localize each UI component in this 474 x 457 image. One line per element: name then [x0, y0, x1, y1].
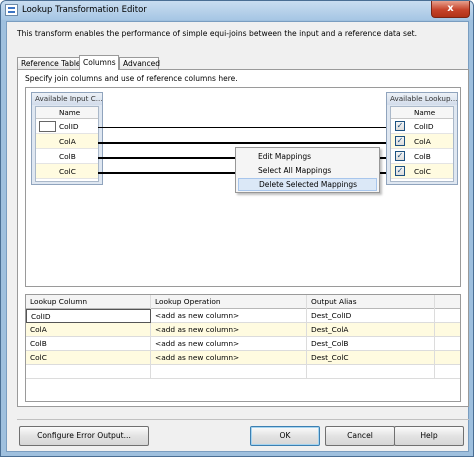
help-button[interactable]: Help	[394, 426, 464, 446]
input-column-name: ColB	[59, 152, 76, 161]
lookup-column-name: ColA	[414, 137, 431, 146]
input-column-row[interactable]: ColA	[36, 134, 98, 149]
lookup-column-checkbox[interactable]: ✓	[395, 136, 405, 146]
lookup-column-cell[interactable]: ColID	[26, 309, 151, 323]
table-row[interactable]: ColC <add as new column> Dest_ColC	[26, 351, 460, 365]
menu-item-edit-mappings[interactable]: Edit Mappings	[238, 150, 377, 163]
window-title: Lookup Transformation Editor	[22, 5, 147, 15]
input-columns-header: Name	[36, 107, 98, 119]
button-separator	[17, 419, 469, 420]
lookup-operation-cell[interactable]: <add as new column>	[151, 351, 307, 365]
lookup-editor-icon	[5, 4, 18, 16]
input-name-header: Name	[59, 108, 81, 117]
output-alias-cell[interactable]: Dest_ColA	[307, 323, 435, 337]
grid-header-lookup-operation[interactable]: Lookup Operation	[151, 295, 307, 309]
output-alias-cell[interactable]: Dest_ColC	[307, 351, 435, 365]
empty-cell[interactable]	[26, 365, 151, 379]
table-row[interactable]: ColB <add as new column> Dest_ColB	[26, 337, 460, 351]
menu-item-delete-selected-mappings[interactable]: Delete Selected Mappings	[238, 178, 377, 191]
lookup-columns-grid: Lookup Column Lookup Operation Output Al…	[25, 294, 461, 402]
input-column-name: ColID	[59, 122, 79, 131]
input-columns-list: Name ColID ColA ColB ColC	[35, 106, 99, 182]
output-alias-cell[interactable]: Dest_ColID	[307, 309, 435, 323]
lookup-columns-title: Available Lookup...	[387, 93, 457, 105]
lookup-column-row[interactable]: ✓ ColC	[391, 164, 453, 179]
lookup-column-name: ColB	[414, 152, 431, 161]
grid-header-lookup-column[interactable]: Lookup Column	[26, 295, 151, 309]
panel-instruction: Specify join columns and use of referenc…	[25, 74, 238, 83]
lookup-column-checkbox[interactable]: ✓	[395, 121, 405, 131]
lookup-column-name: ColC	[414, 167, 431, 176]
ok-button[interactable]: OK	[250, 426, 320, 446]
empty-cell[interactable]	[307, 365, 435, 379]
cancel-button[interactable]: Cancel	[325, 426, 395, 446]
lookup-operation-cell[interactable]: <add as new column>	[151, 323, 307, 337]
mapping-line-colid[interactable]	[98, 127, 388, 128]
table-row-empty[interactable]	[26, 365, 460, 379]
dialog-window: Lookup Transformation Editor x This tran…	[0, 0, 474, 457]
input-column-row[interactable]: ColC	[36, 164, 98, 179]
lookup-column-name: ColID	[414, 122, 434, 131]
grid-header-output-alias[interactable]: Output Alias	[307, 295, 435, 309]
lookup-column-cell[interactable]: ColC	[26, 351, 151, 365]
lookup-columns-header: Name	[391, 107, 453, 119]
input-column-row[interactable]: ColID	[36, 119, 98, 134]
close-button[interactable]: x	[431, 1, 470, 18]
transform-description: This transform enables the performance o…	[17, 29, 418, 38]
grid-header-row: Lookup Column Lookup Operation Output Al…	[26, 295, 460, 309]
lookup-column-row[interactable]: ✓ ColB	[391, 149, 453, 164]
lookup-column-row[interactable]: ✓ ColA	[391, 134, 453, 149]
columns-tab-panel: Specify join columns and use of referenc…	[17, 69, 469, 407]
input-column-name: ColC	[59, 167, 76, 176]
row-selector	[39, 121, 56, 132]
input-column-name: ColA	[59, 137, 76, 146]
lookup-name-header: Name	[414, 108, 436, 117]
table-row[interactable]: ColID <add as new column> Dest_ColID	[26, 309, 460, 323]
available-input-columns-box[interactable]: Available Input C... Name ColID ColA Col…	[31, 92, 103, 185]
lookup-column-checkbox[interactable]: ✓	[395, 166, 405, 176]
available-lookup-columns-box[interactable]: Available Lookup... Name ✓ ColID ✓ ColA	[386, 92, 458, 185]
input-column-row[interactable]: ColB	[36, 149, 98, 164]
lookup-operation-cell[interactable]: <add as new column>	[151, 309, 307, 323]
lookup-column-cell[interactable]: ColA	[26, 323, 151, 337]
table-row[interactable]: ColA <add as new column> Dest_ColA	[26, 323, 460, 337]
lookup-column-row[interactable]: ✓ ColID	[391, 119, 453, 134]
configure-error-output-button[interactable]: Configure Error Output...	[19, 426, 149, 446]
lookup-columns-list: Name ✓ ColID ✓ ColA ✓ ColB ✓ ColC	[390, 106, 454, 182]
tab-columns[interactable]: Columns	[79, 55, 119, 70]
title-bar[interactable]: Lookup Transformation Editor x	[1, 1, 473, 20]
empty-cell[interactable]	[151, 365, 307, 379]
lookup-column-cell[interactable]: ColB	[26, 337, 151, 351]
output-alias-cell[interactable]: Dest_ColB	[307, 337, 435, 351]
mapping-line-cola[interactable]	[98, 142, 388, 144]
input-columns-title: Available Input C...	[32, 93, 102, 105]
mapping-context-menu: Edit Mappings Select All Mappings Delete…	[235, 147, 380, 193]
lookup-column-checkbox[interactable]: ✓	[395, 151, 405, 161]
menu-item-select-all-mappings[interactable]: Select All Mappings	[238, 164, 377, 177]
dialog-client-area: This transform enables the performance o…	[6, 21, 469, 452]
lookup-operation-cell[interactable]: <add as new column>	[151, 337, 307, 351]
